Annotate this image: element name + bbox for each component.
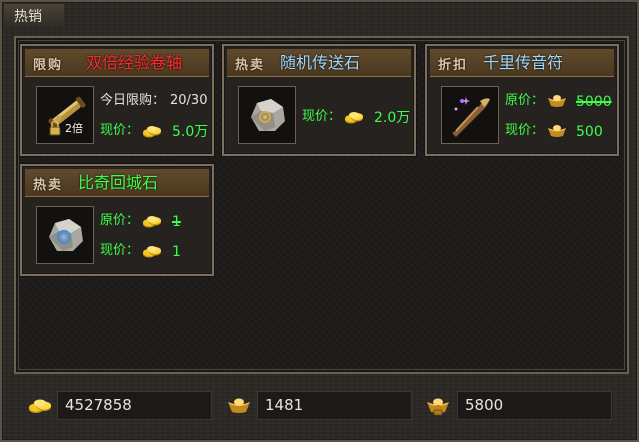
item-name: 随机传送石 — [280, 53, 361, 72]
gold-coin-icon — [345, 112, 363, 124]
original-price-value: 5000 — [576, 94, 612, 110]
item-slot[interactable] — [441, 86, 499, 144]
item-slot[interactable]: 2倍 — [36, 86, 94, 144]
hot-sale-window: 热销 限购 双倍经验卷轴 2倍 今日限购： 20/30 现价： 5.0万 热卖 … — [0, 0, 639, 442]
now-price-label: 现价： — [100, 243, 140, 258]
gold-balance: 4527858 — [57, 391, 212, 420]
double-badge-text: 2倍 — [65, 122, 83, 135]
limit-value: 20/30 — [170, 93, 208, 108]
gold-coin-icon — [143, 126, 161, 138]
ingot-icon — [228, 398, 250, 413]
card-header: 折扣 千里传音符 — [430, 49, 614, 77]
original-price-label: 原价： — [505, 93, 545, 108]
ingot-balance: 1481 — [257, 391, 412, 420]
shop-card-random-teleport[interactable]: 热卖 随机传送石 现价： 2.0万 — [222, 44, 416, 156]
item-slot[interactable] — [36, 206, 94, 264]
item-name: 双倍经验卷轴 — [86, 53, 183, 72]
item-name: 比奇回城石 — [78, 173, 159, 192]
limit-badge: 限购 — [33, 58, 64, 73]
hot-badge: 热卖 — [33, 178, 64, 193]
original-price-label: 原价： — [100, 213, 140, 228]
card-header: 热卖 随机传送石 — [227, 49, 411, 77]
limit-label: 今日限购： — [100, 93, 166, 108]
window-title: 热销 — [14, 9, 42, 25]
ingot-icon — [548, 125, 566, 137]
hot-badge: 热卖 — [235, 58, 266, 73]
shop-card-bichi-return-stone[interactable]: 热卖 比奇回城石 原价： 1 现价： 1 — [20, 164, 214, 276]
original-price-value: 1 — [172, 214, 181, 230]
gold-coin-icon — [143, 216, 161, 228]
now-price-value: 5.0万 — [172, 124, 209, 140]
now-price-value: 2.0万 — [374, 110, 411, 126]
now-price-label: 现价： — [100, 123, 140, 138]
shop-card-thousand-mile-horn[interactable]: 折扣 千里传音符 原价： 5000 现价： 500 — [425, 44, 619, 156]
bichi-return-stone-icon — [37, 207, 93, 263]
now-price-value: 500 — [576, 124, 603, 140]
bound-ingot-icon — [427, 398, 449, 416]
item-name: 千里传音符 — [483, 53, 564, 72]
currency-bar: 4527858 1481 5800 — [14, 382, 629, 432]
bound-ingot-balance: 5800 — [457, 391, 612, 420]
ingot-icon — [548, 95, 566, 107]
now-price-label: 现价： — [302, 109, 342, 124]
gold-coin-icon — [29, 399, 51, 413]
item-slot[interactable] — [238, 86, 296, 144]
thousand-mile-horn-icon — [442, 87, 498, 143]
now-price-label: 现价： — [505, 123, 545, 138]
shop-card-double-exp[interactable]: 限购 双倍经验卷轴 2倍 今日限购： 20/30 现价： 5.0万 — [20, 44, 214, 156]
gold-coin-icon — [143, 246, 161, 258]
discount-badge: 折扣 — [438, 58, 469, 73]
card-header: 限购 双倍经验卷轴 — [25, 49, 209, 77]
card-header: 热卖 比奇回城石 — [25, 169, 209, 197]
now-price-value: 1 — [172, 244, 181, 260]
random-teleport-stone-icon — [239, 87, 295, 143]
